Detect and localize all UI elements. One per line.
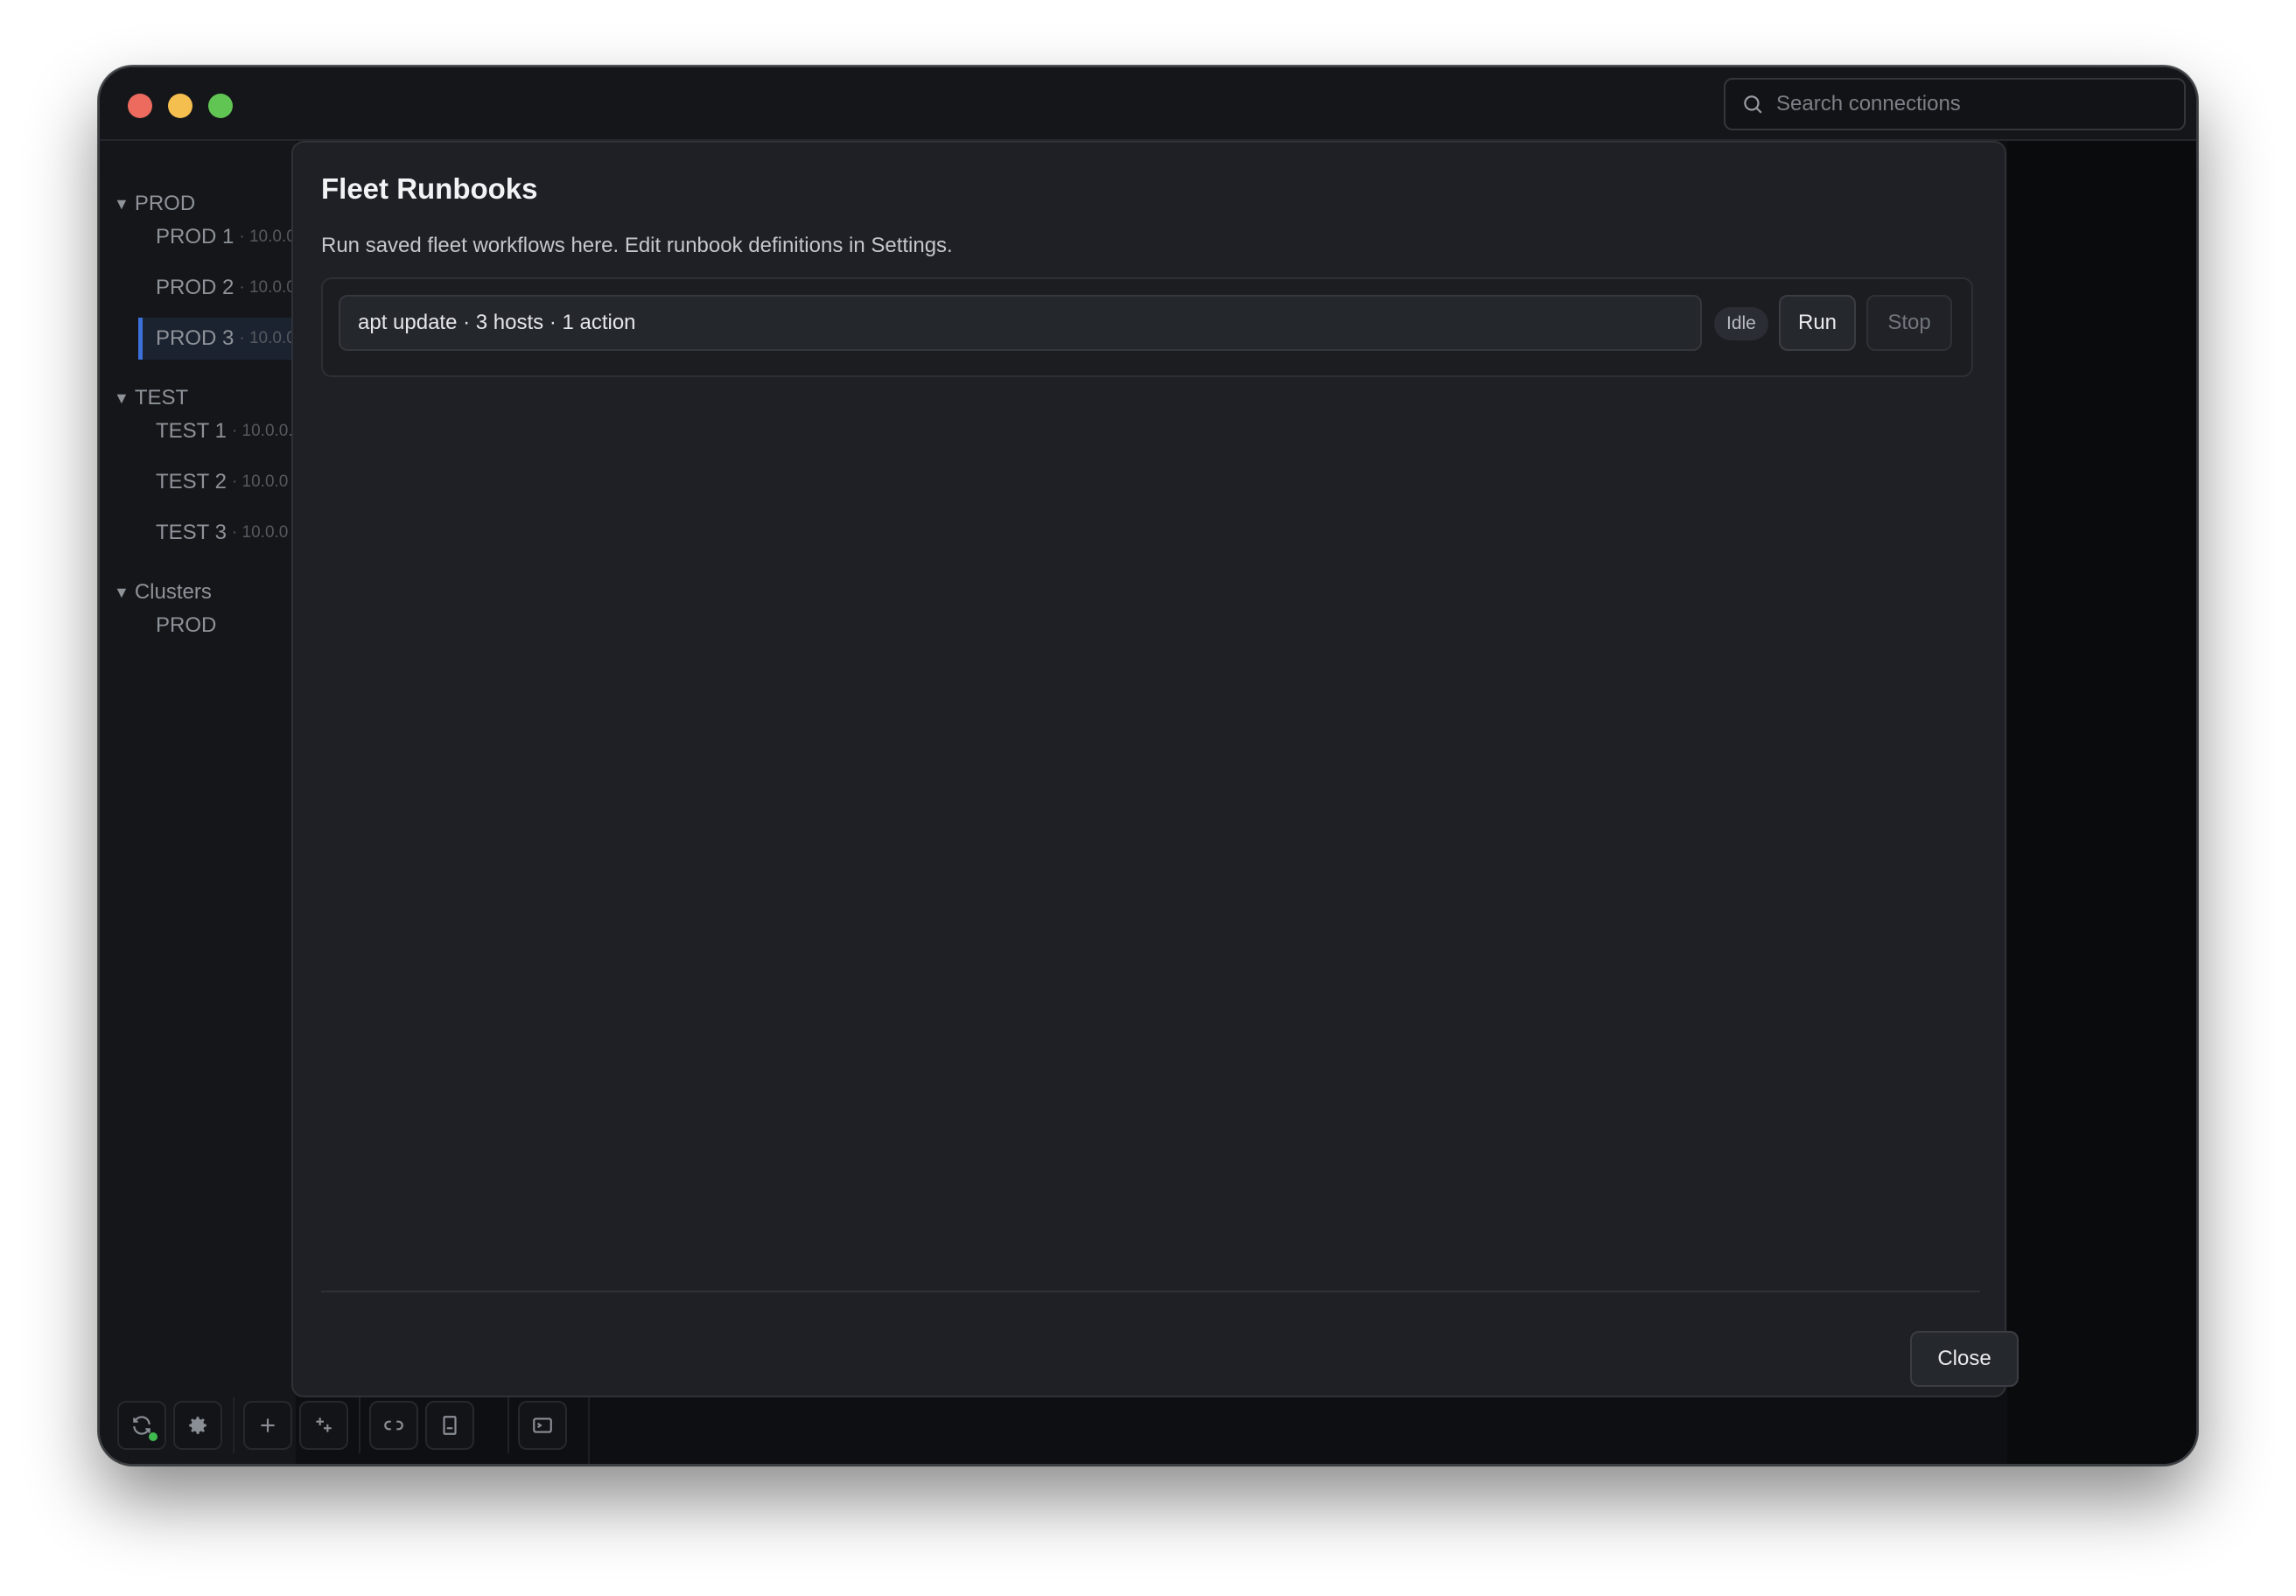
fleet-runbooks-dialog: Fleet Runbooks Run saved fleet workflows… xyxy=(291,141,2019,1397)
add-connection-button[interactable] xyxy=(243,1401,292,1450)
maximize-window-button[interactable] xyxy=(208,94,233,118)
book-icon xyxy=(443,1416,457,1435)
close-window-button[interactable] xyxy=(128,94,152,118)
sidebar-item-prod-2[interactable]: PROD 2 · 10.0.0 xyxy=(138,267,313,309)
dialog-title: Fleet Runbooks xyxy=(321,172,538,205)
group-header-test[interactable]: ▼ TEST xyxy=(114,386,188,410)
runbook-row: apt update · 3 hosts · 1 action Idle Run… xyxy=(321,277,1973,377)
connections-sidebar: ▼ PROD PROD 1 · 10.0.0 PROD 2 · 10.0.0 P… xyxy=(100,141,313,1464)
title-bar xyxy=(100,67,2196,141)
toolbar-divider xyxy=(508,1397,509,1453)
group-header-clusters[interactable]: ▼ Clusters xyxy=(114,580,212,605)
status-online-dot xyxy=(149,1432,158,1441)
cluster-label: PROD xyxy=(156,613,217,637)
search-box[interactable] xyxy=(1724,78,2186,130)
group-label: TEST xyxy=(134,386,189,410)
terminal-icon xyxy=(533,1418,552,1433)
chevron-down-icon: ▼ xyxy=(114,194,130,213)
chevron-down-icon: ▼ xyxy=(114,583,130,601)
chevron-down-icon: ▼ xyxy=(114,388,130,407)
runbook-button[interactable] xyxy=(425,1401,474,1450)
group-header-prod[interactable]: ▼ PROD xyxy=(114,192,195,216)
sidebar-item-prod-3[interactable]: PROD 3 · 10.0.0 xyxy=(138,318,313,360)
terminal-button[interactable] xyxy=(518,1401,567,1450)
app-window: ▼ PROD PROD 1 · 10.0.0 PROD 2 · 10.0.0 P… xyxy=(98,66,2198,1466)
connection-ip: · 10.0.0 xyxy=(231,472,289,491)
main-pane xyxy=(2007,141,2196,1464)
sidebar-item-test-1[interactable]: TEST 1 · 10.0.0. xyxy=(138,410,313,452)
connection-label: TEST 2 xyxy=(156,470,227,494)
toolbar-divider xyxy=(359,1397,360,1453)
connection-label: PROD 1 xyxy=(156,225,234,248)
gear-icon xyxy=(189,1417,206,1434)
connection-label: TEST 3 xyxy=(156,521,227,544)
plus-icon xyxy=(261,1418,275,1432)
link-button[interactable] xyxy=(369,1401,418,1450)
connection-ip: · 10.0.0 xyxy=(231,523,289,542)
group-label: PROD xyxy=(134,192,196,215)
sidebar-item-test-2[interactable]: TEST 2 · 10.0.0 xyxy=(138,461,313,503)
settings-button[interactable] xyxy=(173,1401,222,1450)
footer-divider xyxy=(321,1291,1980,1292)
stop-button[interactable]: Stop xyxy=(1866,295,1952,351)
link-icon xyxy=(384,1420,403,1431)
runbook-summary[interactable]: apt update · 3 hosts · 1 action xyxy=(339,295,1702,351)
connection-label: PROD 3 xyxy=(156,326,234,350)
search-icon xyxy=(1744,95,1762,114)
connection-label: PROD 2 xyxy=(156,276,234,299)
search-input[interactable] xyxy=(1776,92,2161,116)
dialog-description: Run saved fleet workflows here. Edit run… xyxy=(321,234,953,257)
connection-ip: · 10.0.0 xyxy=(239,278,296,297)
add-multiple-button[interactable] xyxy=(299,1401,348,1450)
sync-button[interactable] xyxy=(117,1401,166,1450)
sidebar-item-cluster-prod[interactable]: PROD xyxy=(138,605,313,647)
connection-ip: · 10.0.0 xyxy=(239,329,296,347)
connection-label: TEST 1 xyxy=(156,419,227,443)
connection-ip: · 10.0.0. xyxy=(231,422,293,440)
plus-multiple-icon xyxy=(316,1418,332,1432)
run-button[interactable]: Run xyxy=(1779,295,1856,351)
close-button[interactable]: Close xyxy=(1910,1331,2019,1387)
group-label: Clusters xyxy=(134,580,212,604)
status-badge: Idle xyxy=(1714,307,1768,340)
sidebar-item-prod-1[interactable]: PROD 1 · 10.0.0 xyxy=(138,216,313,258)
minimize-window-button[interactable] xyxy=(168,94,192,118)
sidebar-item-test-3[interactable]: TEST 3 · 10.0.0 xyxy=(138,512,313,554)
toolbar-divider xyxy=(233,1397,234,1453)
connection-ip: · 10.0.0 xyxy=(239,228,296,246)
